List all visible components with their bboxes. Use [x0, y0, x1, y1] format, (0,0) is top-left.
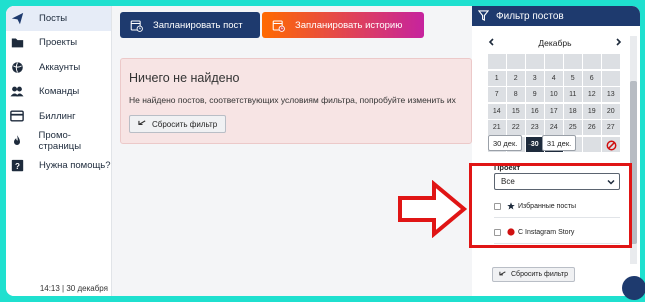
calendar-day[interactable]: 24 — [545, 120, 563, 135]
undo-icon — [138, 120, 147, 128]
calendar-day-empty — [545, 54, 563, 69]
calendar-day[interactable]: 18 — [564, 103, 582, 119]
paper-plane-icon — [10, 11, 24, 25]
help-icon: ? — [10, 158, 24, 172]
calendar-day[interactable]: 22 — [507, 120, 525, 135]
clear-range-icon[interactable] — [606, 138, 617, 151]
calendar-day[interactable]: 8 — [507, 87, 525, 102]
calendar-day[interactable]: 23 — [526, 120, 544, 135]
panel-reset-filter-label: Сбросить фильтр — [511, 271, 569, 278]
calendar-day[interactable]: 11 — [564, 87, 582, 102]
calendar-day[interactable]: 4 — [545, 70, 563, 86]
schedule-story-label: Запланировать историю — [295, 19, 403, 31]
calendar-day[interactable]: 27 — [602, 120, 620, 135]
calendar-day[interactable]: 15 — [507, 103, 525, 119]
svg-text:?: ? — [15, 162, 20, 171]
chevron-left-icon[interactable] — [488, 38, 495, 48]
undo-icon — [499, 271, 507, 278]
filter-panel-title: Фильтр постов — [496, 10, 564, 22]
calendar-day-empty — [583, 54, 601, 69]
calendar-clock-icon — [130, 19, 143, 32]
sidebar-item-label: Аккаунты — [39, 61, 81, 73]
schedule-story-button[interactable]: Запланировать историю — [262, 12, 424, 38]
empty-results-notice: Ничего не найдено Не найдено постов, соо… — [120, 58, 472, 144]
sidebar-item-accounts[interactable]: Аккаунты — [6, 55, 111, 80]
globe-icon — [10, 60, 24, 74]
date-range: 30 дек. — 31 дек. — [488, 134, 622, 152]
calendar-day[interactable]: 19 — [583, 103, 601, 119]
calendar-day[interactable]: 9 — [526, 87, 544, 102]
sidebar-item-label: Посты — [39, 12, 68, 24]
calendar-day[interactable]: 25 — [564, 120, 582, 135]
sidebar-item-billing[interactable]: Биллинг — [6, 104, 111, 129]
annotation-arrow-icon — [398, 180, 468, 238]
chat-widget-button[interactable] — [622, 276, 645, 300]
sidebar-item-label: Промо-страницы — [38, 129, 82, 152]
filter-panel: Фильтр постов Декабрь 1 2 3 4 5 6 7 8 9 10 11 12 13 1… — [472, 6, 640, 296]
calendar-day[interactable]: 13 — [602, 87, 620, 102]
calendar-day-empty — [564, 54, 582, 69]
calendar-day-empty — [488, 54, 506, 69]
app-frame: Посты Проекты Аккаунты Команды Биллинг П… — [6, 6, 640, 296]
schedule-post-button[interactable]: Запланировать пост — [120, 12, 260, 38]
folder-icon — [10, 36, 24, 50]
sidebar-item-label: Биллинг — [39, 110, 76, 122]
sidebar-item-projects[interactable]: Проекты — [6, 31, 111, 56]
range-to-input[interactable]: 31 дек. — [541, 135, 577, 151]
filter-icon — [478, 10, 490, 22]
range-from-input[interactable]: 30 дек. — [488, 135, 523, 151]
calendar-day[interactable]: 16 — [526, 103, 544, 119]
filter-panel-header: Фильтр постов — [472, 6, 640, 26]
sidebar-clock: 14:13 | 30 декабря — [39, 284, 108, 293]
calendar-day[interactable]: 20 — [602, 103, 620, 119]
sidebar: Посты Проекты Аккаунты Команды Биллинг П… — [6, 6, 112, 296]
calendar-day[interactable]: 2 — [507, 70, 525, 86]
calendar-day-empty — [602, 70, 620, 86]
calendar-day[interactable]: 7 — [488, 87, 506, 102]
calendar-day[interactable]: 26 — [583, 120, 601, 135]
flame-icon — [10, 134, 24, 148]
main-content: Запланировать пост Запланировать историю… — [112, 6, 472, 296]
calendar-day-empty — [507, 54, 525, 69]
calendar-header: Декабрь — [488, 36, 622, 50]
calendar-month: Декабрь — [538, 38, 572, 48]
calendar-day[interactable]: 14 — [488, 103, 506, 119]
users-icon — [10, 85, 24, 99]
calendar-day[interactable]: 1 — [488, 70, 506, 86]
calendar-day-empty — [526, 54, 544, 69]
reset-filter-label: Сбросить фильтр — [152, 119, 218, 129]
calendar-day[interactable]: 6 — [583, 70, 601, 86]
calendar-day[interactable]: 10 — [545, 87, 563, 102]
calendar-day[interactable]: 3 — [526, 70, 544, 86]
calendar-day[interactable]: 12 — [583, 87, 601, 102]
schedule-post-label: Запланировать пост — [153, 19, 243, 31]
sidebar-item-label: Проекты — [39, 37, 78, 49]
chevron-right-icon[interactable] — [615, 38, 622, 48]
range-separator: — — [528, 138, 536, 148]
reset-filter-button[interactable]: Сбросить фильтр — [129, 115, 227, 133]
panel-reset-filter-button[interactable]: Сбросить фильтр — [492, 267, 576, 282]
notice-title: Ничего не найдено — [129, 71, 240, 85]
calendar-day[interactable]: 17 — [545, 103, 563, 119]
calendar-day-empty — [602, 54, 620, 69]
sidebar-item-help[interactable]: ? Нужна помощь? — [6, 153, 111, 178]
sidebar-item-label: Нужна помощь? — [39, 159, 111, 171]
calendar-day[interactable]: 5 — [564, 70, 582, 86]
calendar-day[interactable]: 21 — [488, 120, 506, 135]
sidebar-item-promo[interactable]: Промо-страницы — [6, 129, 111, 154]
sidebar-item-label: Команды — [39, 86, 80, 98]
sidebar-item-posts[interactable]: Посты — [6, 6, 111, 31]
calendar-clock-icon — [272, 19, 285, 32]
sidebar-item-teams[interactable]: Команды — [6, 80, 111, 105]
notice-text: Не найдено постов, соответствующих услов… — [129, 95, 456, 105]
highlight-box — [469, 163, 632, 248]
credit-card-icon — [10, 109, 24, 123]
